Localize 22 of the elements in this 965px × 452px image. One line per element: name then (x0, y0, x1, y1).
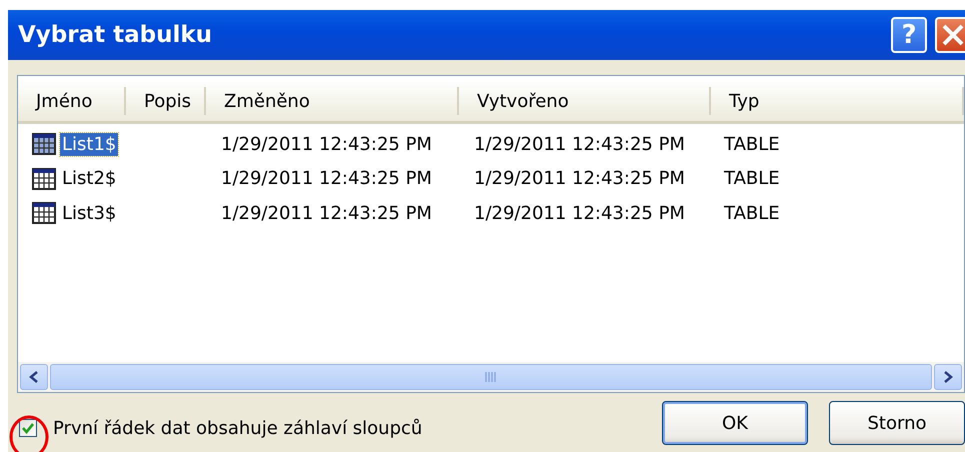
table-name[interactable]: List1$ (60, 132, 118, 156)
window-title: Vybrat tabulku (18, 22, 214, 48)
date-cell: 1/29/2011 12:43:25 PM (221, 134, 432, 155)
table-name[interactable]: List2$ (60, 167, 118, 190)
type-cell: TABLE (724, 134, 780, 155)
help-button[interactable]: ? (891, 17, 927, 53)
date-cell: 1/29/2011 12:43:25 PM (221, 168, 432, 190)
table-name[interactable]: List3$ (60, 202, 118, 225)
type-cell: TABLE (724, 168, 780, 190)
column-header[interactable]: Jméno (18, 87, 126, 115)
column-header[interactable]: Změněno (206, 87, 459, 115)
date-cell: 1/29/2011 12:43:25 PM (474, 168, 685, 190)
column-header[interactable]: Popis (126, 87, 206, 115)
type-cell: TABLE (724, 202, 780, 224)
date-cell: 1/29/2011 12:43:25 PM (221, 202, 432, 224)
column-header[interactable]: Typ (711, 87, 964, 115)
cancel-button[interactable]: Storno (829, 401, 965, 445)
date-cell: 1/29/2011 12:43:25 PM (474, 134, 685, 155)
column-header[interactable]: Vytvořeno (459, 87, 711, 115)
date-cell: 1/29/2011 12:43:25 PM (474, 202, 685, 224)
ok-button[interactable]: OK (662, 401, 808, 445)
checkbox-label[interactable]: První řádek dat obsahuje záhlaví sloupců (53, 418, 422, 438)
